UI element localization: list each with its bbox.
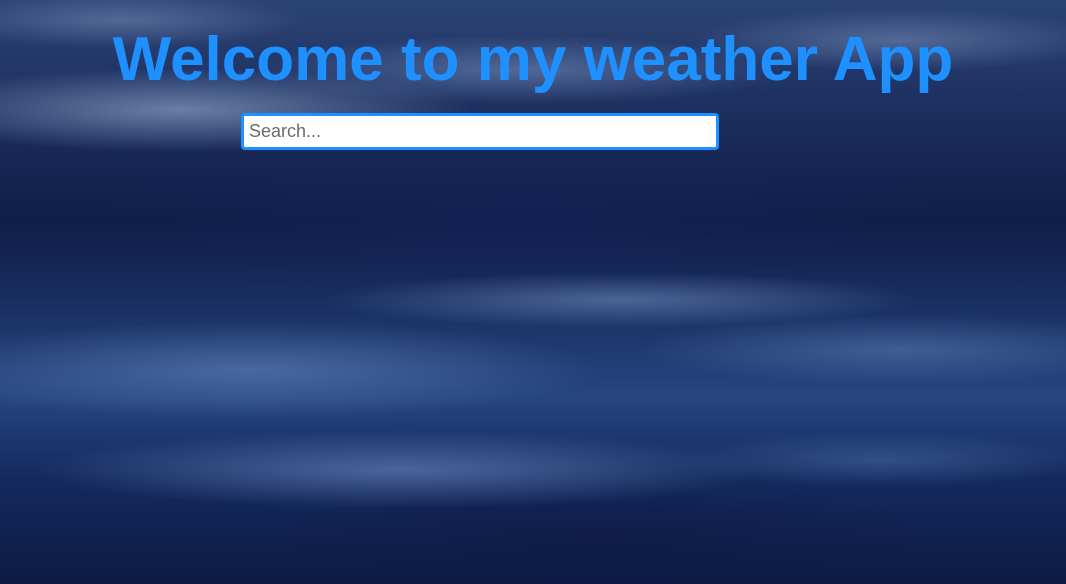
weather-app-page: Welcome to my weather App — [0, 0, 1066, 584]
search-input[interactable] — [241, 113, 719, 150]
page-title: Welcome to my weather App — [112, 25, 954, 94]
main-content: Welcome to my weather App — [0, 0, 1066, 584]
